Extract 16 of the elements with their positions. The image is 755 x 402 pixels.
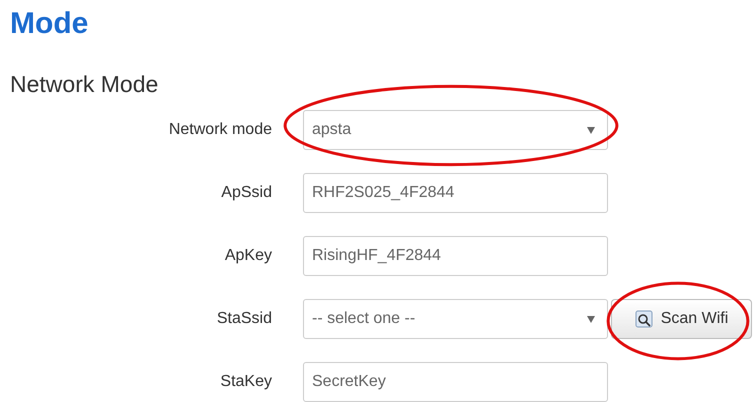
field-label: StaSsid: [216, 310, 272, 328]
field-label: Network mode: [168, 121, 272, 139]
input-field[interactable]: RHF2S025_4F2844: [303, 173, 608, 213]
field-label: ApSsid: [220, 184, 272, 202]
scan-button[interactable]: Scan Wifi: [611, 299, 752, 339]
input-field[interactable]: SecretKey: [303, 362, 608, 402]
field-label: StaKey: [219, 373, 272, 391]
dropdown-field[interactable]: -- select one --: [303, 299, 608, 339]
page-title: Mode: [10, 6, 88, 42]
input-field[interactable]: RisingHF_4F2844: [303, 236, 608, 276]
section-title: Network Mode: [10, 70, 158, 98]
caret-icon: [587, 126, 595, 134]
field-label: ApKey: [224, 247, 272, 265]
caret-icon: [587, 316, 595, 322]
search-icon: [634, 310, 653, 328]
dropdown-field[interactable]: apsta: [303, 110, 608, 150]
